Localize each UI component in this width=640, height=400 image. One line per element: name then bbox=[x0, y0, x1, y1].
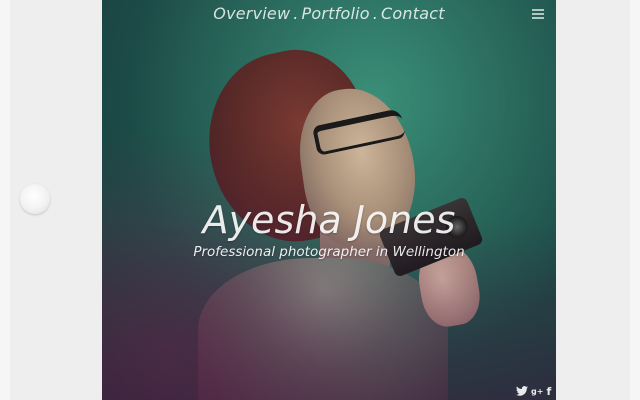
google-plus-icon[interactable]: g+ bbox=[531, 387, 543, 396]
nav-separator: . bbox=[293, 4, 299, 23]
nav-separator: . bbox=[372, 4, 379, 23]
home-button[interactable] bbox=[20, 184, 50, 214]
nav-item-overview[interactable]: Overview bbox=[213, 4, 290, 23]
hero-subtitle: Professional photographer in Wellington bbox=[193, 244, 465, 260]
nav-item-portfolio[interactable]: Portfolio bbox=[302, 4, 370, 23]
nav-item-contact[interactable]: Contact bbox=[381, 4, 445, 23]
tablet-frame: Overview. Portfolio. Contact Ayesha Jones … bbox=[0, 0, 640, 400]
main-nav: Overview. Portfolio. Contact bbox=[102, 4, 556, 28]
hamburger-menu-icon[interactable] bbox=[532, 9, 544, 19]
hero-title: Ayesha Jones bbox=[202, 198, 456, 242]
twitter-icon[interactable] bbox=[516, 386, 528, 396]
social-links: g+ f bbox=[516, 384, 551, 398]
facebook-icon[interactable]: f bbox=[546, 385, 551, 398]
